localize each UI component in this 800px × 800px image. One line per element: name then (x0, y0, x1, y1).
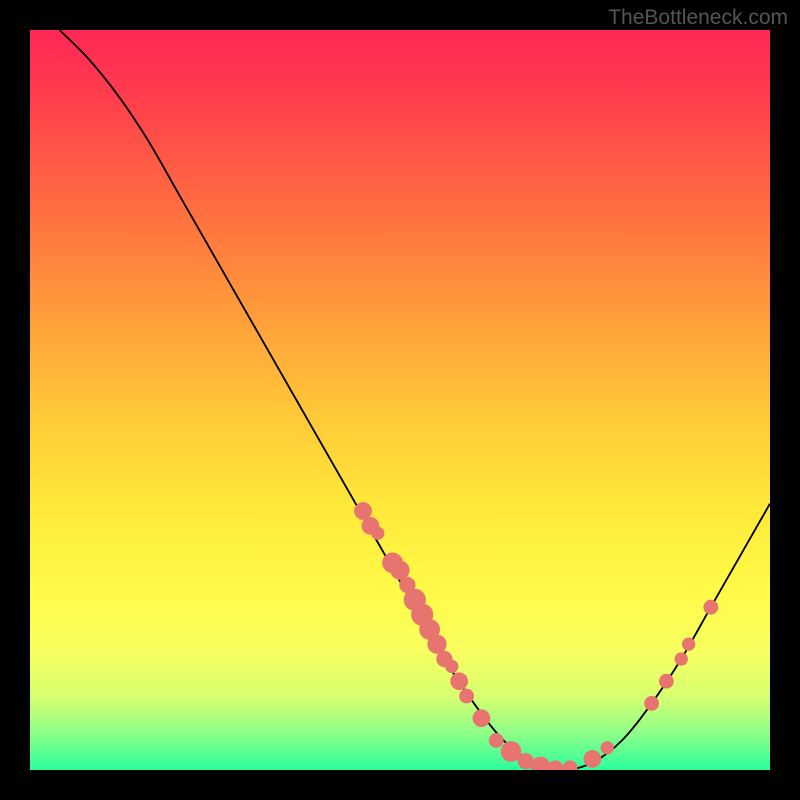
chart-plot-area (30, 30, 770, 770)
chart-marker (445, 660, 458, 673)
chart-marker (601, 741, 614, 754)
chart-marker (563, 760, 578, 770)
chart-marker (584, 750, 602, 768)
chart-marker (489, 733, 504, 748)
chart-marker (450, 672, 468, 690)
watermark-text: TheBottleneck.com (608, 6, 788, 30)
chart-marker (644, 696, 659, 711)
chart-marker (371, 527, 384, 540)
chart-markers (354, 502, 718, 770)
chart-marker (659, 674, 674, 689)
chart-curve (60, 30, 770, 770)
chart-svg (30, 30, 770, 770)
chart-marker (459, 689, 474, 704)
chart-marker (682, 638, 695, 651)
chart-marker (703, 600, 718, 615)
chart-marker (675, 652, 688, 665)
chart-marker (473, 709, 491, 727)
chart-marker (547, 760, 563, 770)
